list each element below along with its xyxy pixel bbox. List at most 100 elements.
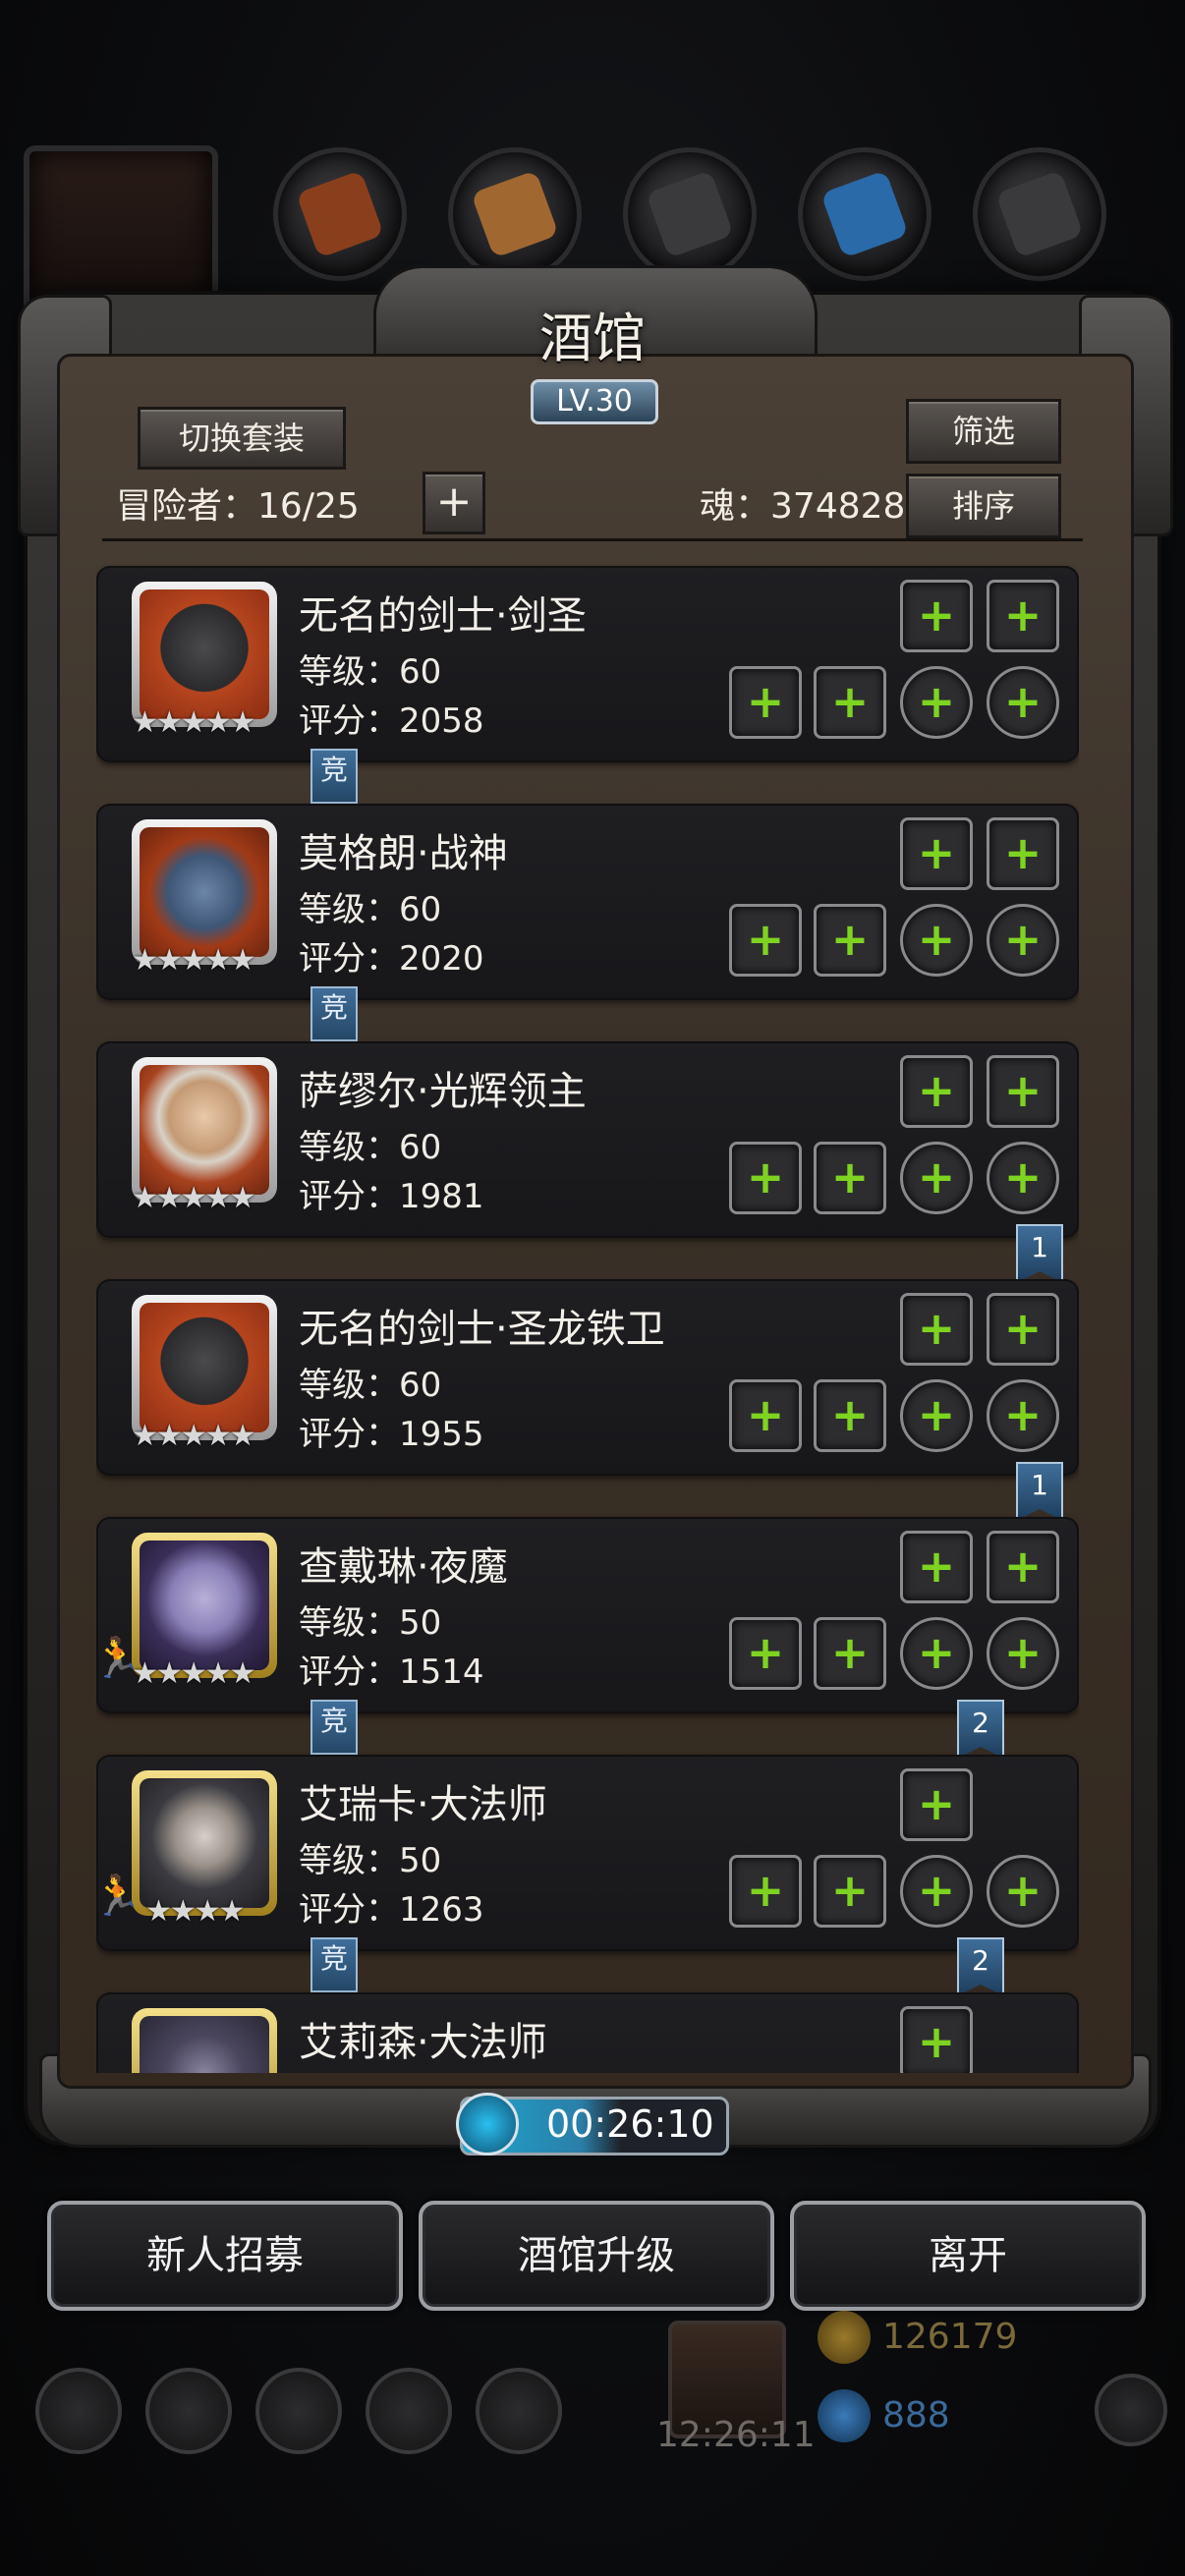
sort-button[interactable]: 排序 [906,474,1061,538]
hero-card[interactable]: ★★★★ 🏃 艾瑞卡·大法师 等级：50 评分：1263 + + + + + [96,1755,1079,1951]
equip-slot-accessory-2[interactable]: + [987,580,1059,652]
equip-slot-ring-1[interactable]: + [900,904,973,977]
hero-level: 等级：50 [299,1841,442,1880]
hero-card[interactable]: ★★★★★ 无名的剑士·圣龙铁卫 等级：60 评分：1955 + + + + +… [96,1279,1079,1476]
equip-slot-armor[interactable]: + [814,1617,886,1690]
hero-name: 无名的剑士·圣龙铁卫 [299,1307,665,1352]
resource-slot-5 [973,147,1106,281]
equip-slot-ring-1[interactable]: + [900,666,973,739]
hero-stars: ★★★★ [145,1894,246,1929]
hero-stars: ★★★★★ [132,1656,255,1691]
resource-slot-4 [798,147,931,281]
equip-slot-accessory-1[interactable]: + [900,1531,973,1603]
equip-slot-accessory-2[interactable]: + [987,817,1059,890]
equip-slot-ring-2[interactable]: + [987,1617,1059,1690]
achievement-icon [145,2368,232,2454]
hero-score: 评分：1981 [299,1177,484,1216]
equip-slot-armor[interactable]: + [814,1379,886,1452]
hero-card[interactable]: ★★★★★ 萨缪尔·光辉领主 等级：60 评分：1981 + + + + + + [96,1041,1079,1238]
equip-slot-accessory-1[interactable]: + [900,817,973,890]
refresh-timer-text: 00:26:10 [546,2102,714,2146]
shop-icon [476,2368,562,2454]
hero-name: 艾瑞卡·大法师 [299,1782,547,1827]
hero-list[interactable]: ★★★★★ 无名的剑士·剑圣 等级：60 评分：2058 + + + + + +… [96,560,1079,2073]
hero-name: 艾莉森·大法师 [299,2020,547,2065]
equip-slot-accessory-1[interactable]: + [900,1055,973,1128]
equip-slot-accessory-1[interactable]: + [900,1768,973,1841]
hero-name: 莫格朗·战神 [299,831,508,876]
equip-slot-armor[interactable]: + [814,1142,886,1214]
hero-card[interactable]: ★★★★★ 莫格朗·战神 等级：60 评分：2020 + + + + + + [96,804,1079,1000]
leave-button[interactable]: 离开 [790,2201,1146,2311]
arena-tag: 竞 [310,749,358,804]
hero-card[interactable]: ★★★★★ 🏃 查戴琳·夜魔 等级：50 评分：1514 + + + + + + [96,1517,1079,1713]
equip-slot-ring-1[interactable]: + [900,1142,973,1214]
mail-icon [366,2368,452,2454]
equip-slot-weapon[interactable]: + [729,1855,802,1928]
hero-level: 等级：60 [299,1128,442,1167]
recruit-button[interactable]: 新人招募 [47,2201,403,2311]
hero-stars: ★★★★★ [132,943,255,978]
equip-slot-ring-1[interactable]: + [900,1617,973,1690]
team-rank-tag: 2 [957,1937,1004,1996]
hero-level: 等级：60 [299,1366,442,1405]
equip-slot-accessory-1[interactable]: + [900,1293,973,1366]
gold-amount: 126179 [882,2317,1018,2357]
hero-card[interactable]: 艾莉森·大法师 + [96,1992,1079,2073]
equip-slot-ring-1[interactable]: + [900,1379,973,1452]
add-currency-icon [1095,2374,1167,2446]
hero-level: 等级：60 [299,890,442,929]
equip-slot-armor[interactable]: + [814,904,886,977]
soul-counter: 魂：374828 [700,486,906,527]
equip-slot-armor[interactable]: + [814,1855,886,1928]
add-adventurer-slot-button[interactable]: + [423,472,485,534]
hero-level: 等级：60 [299,652,442,692]
header-divider [102,538,1083,541]
equip-slot-accessory-2[interactable]: + [987,1531,1059,1603]
hero-card[interactable]: ★★★★★ 无名的剑士·剑圣 等级：60 评分：2058 + + + + + + [96,566,1079,762]
equip-slot-accessory-2[interactable]: + [987,1293,1059,1366]
resource-slot-2 [448,147,582,281]
hero-avatar [132,2008,277,2073]
clock-icon [456,2093,519,2156]
hero-score: 评分：1263 [299,1890,484,1930]
equip-slot-weapon[interactable]: + [729,1142,802,1214]
equip-slot-ring-2[interactable]: + [987,1142,1059,1214]
equip-slot-ring-1[interactable]: + [900,1855,973,1928]
settings-icon [35,2368,122,2454]
arena-tag: 竞 [310,986,358,1041]
hero-level: 等级：50 [299,1603,442,1643]
hero-name: 无名的剑士·剑圣 [299,593,587,639]
gem-icon [818,2389,871,2442]
hero-stars: ★★★★★ [132,705,255,740]
tavern-upgrade-button[interactable]: 酒馆升级 [419,2201,774,2311]
equip-slot-weapon[interactable]: + [729,904,802,977]
hero-name: 查戴琳·夜魔 [299,1544,508,1590]
equip-slot-ring-2[interactable]: + [987,1379,1059,1452]
guild-icon [255,2368,342,2454]
equip-slot-weapon[interactable]: + [729,1379,802,1452]
equip-slot-ring-2[interactable]: + [987,1855,1059,1928]
equip-slot-ring-2[interactable]: + [987,904,1059,977]
equip-slot-weapon[interactable]: + [729,1617,802,1690]
arena-tag: 竞 [310,1700,358,1755]
equip-slot-armor[interactable]: + [814,666,886,739]
equip-slot-accessory-1[interactable]: + [900,2006,973,2073]
equip-slot-ring-2[interactable]: + [987,666,1059,739]
runner-icon: 🏃 [96,1874,141,1919]
panel-title: 酒馆 [539,308,646,369]
hero-score: 评分：2058 [299,701,484,741]
equip-slot-accessory-2[interactable]: + [987,1055,1059,1128]
equip-slot-accessory-1[interactable]: + [900,580,973,652]
switch-outfit-button[interactable]: 切换套装 [138,407,346,470]
filter-button[interactable]: 筛选 [906,399,1061,464]
hero-score: 评分：1514 [299,1652,484,1692]
server-clock: 12:26:11 [656,2415,816,2455]
gold-coin-icon [818,2311,871,2364]
team-rank-tag: 1 [1016,1462,1063,1521]
hero-name: 萨缪尔·光辉领主 [299,1069,587,1114]
hero-score: 评分：2020 [299,939,484,979]
equip-slot-weapon[interactable]: + [729,666,802,739]
tavern-level-badge: LV.30 [531,379,658,424]
resource-slot-3 [623,147,757,281]
